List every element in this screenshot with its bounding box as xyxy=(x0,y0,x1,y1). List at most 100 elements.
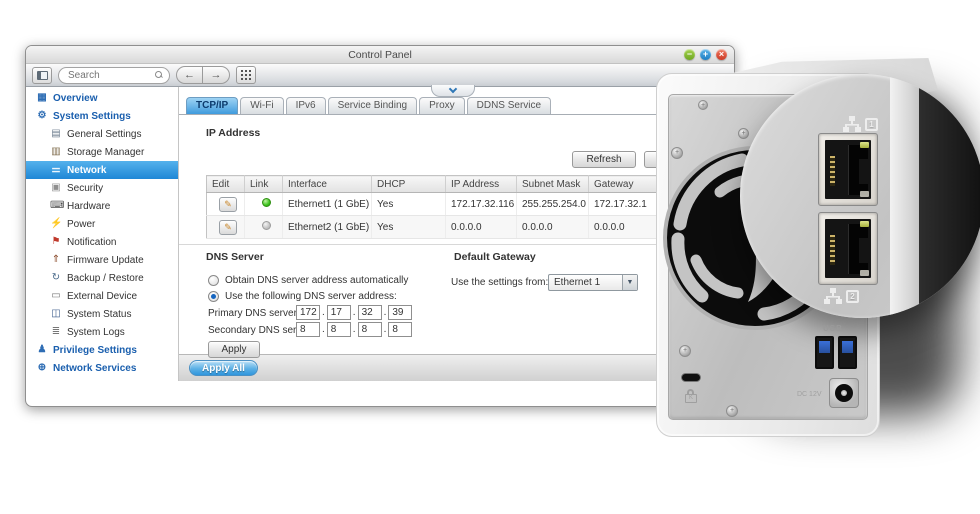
refresh-button[interactable]: Refresh xyxy=(572,151,636,168)
back-button[interactable]: ← xyxy=(176,66,203,84)
link-led xyxy=(860,191,869,197)
jack-pin xyxy=(841,390,847,396)
dns-server-heading: DNS Server xyxy=(206,251,264,263)
dot: . xyxy=(353,324,356,335)
sidebar-item-system-status[interactable]: ◫System Status xyxy=(26,305,178,323)
network-icon: ⚌ xyxy=(50,164,62,176)
maximize-button[interactable]: + xyxy=(700,49,711,60)
sidebar-item-system-settings[interactable]: ⚙ System Settings xyxy=(26,107,178,125)
sidebar-item-label: System Logs xyxy=(67,327,125,338)
sidebar-toggle-button[interactable] xyxy=(32,67,52,84)
sidebar-item-system-logs[interactable]: ≣ System Logs xyxy=(26,323,178,341)
globe-icon: ⊕ xyxy=(36,362,48,374)
collapse-panel-button[interactable] xyxy=(431,85,475,97)
port-number-badge: 2 xyxy=(846,290,859,303)
tab-ddns-service[interactable]: DDNS Service xyxy=(467,97,551,114)
sidebar-item-network-services[interactable]: ⊕ Network Services xyxy=(26,359,178,377)
primary-dns-octet-3[interactable] xyxy=(358,305,382,320)
network-settings-content: TCP/IP Wi-Fi IPv6 Service Binding Proxy … xyxy=(179,87,734,354)
sidebar-item-hardware[interactable]: ⌨Hardware xyxy=(26,197,178,215)
tab-wifi[interactable]: Wi-Fi xyxy=(240,97,283,114)
sidebar-item-external-device[interactable]: ▭External Device xyxy=(26,287,178,305)
sidebar-item-label: Network Services xyxy=(53,363,136,374)
tab-service-binding[interactable]: Service Binding xyxy=(328,97,417,114)
usb-tongue xyxy=(842,341,853,353)
close-button[interactable]: × xyxy=(716,49,727,60)
sidebar-item-storage-manager[interactable]: ▥Storage Manager xyxy=(26,143,178,161)
sidebar-item-network[interactable]: ⚌Network xyxy=(26,161,178,179)
dns-manual-radio-row[interactable]: Use the following DNS server address: xyxy=(208,291,397,302)
col-ip-address[interactable]: IP Address xyxy=(446,176,517,193)
primary-dns-inputs: . . . xyxy=(296,305,412,320)
usb-port-2 xyxy=(838,336,857,369)
screw-icon: + xyxy=(726,405,738,417)
kensington-lock-icon: K xyxy=(685,389,697,404)
sidebar-item-label: Security xyxy=(67,183,103,194)
search-input[interactable] xyxy=(68,70,155,81)
col-link[interactable]: Link xyxy=(245,176,283,193)
tab-proxy[interactable]: Proxy xyxy=(419,97,465,114)
radio-unselected-icon[interactable] xyxy=(208,275,219,286)
gateway-source-label: Use the settings from: xyxy=(451,277,548,288)
gateway-source-select[interactable]: Ethernet 1 ▼ xyxy=(548,274,638,291)
secondary-dns-octet-1[interactable] xyxy=(296,322,320,337)
logs-icon: ≣ xyxy=(50,326,62,338)
apply-all-button[interactable]: Apply All xyxy=(189,360,258,376)
secondary-dns-octet-4[interactable] xyxy=(388,322,412,337)
apply-button[interactable]: Apply xyxy=(208,341,260,358)
sidebar-item-privilege-settings[interactable]: ♟Privilege Settings xyxy=(26,341,178,359)
dot: . xyxy=(384,324,387,335)
sidebar-item-overview[interactable]: ▦Overview xyxy=(26,89,178,107)
gateway-cell: 0.0.0.0 xyxy=(589,216,667,239)
gear-icon: ⚙ xyxy=(36,110,48,122)
lens-shadow-zone xyxy=(919,74,980,318)
dhcp-cell: Yes xyxy=(372,216,446,239)
screw-icon: + xyxy=(679,345,691,357)
sidebar-item-label: System Settings xyxy=(53,111,131,122)
sidebar-item-firmware-update[interactable]: ⇑Firmware Update xyxy=(26,251,178,269)
sidebar-item-power[interactable]: ⚡Power xyxy=(26,215,178,233)
edit-button[interactable]: ✎ xyxy=(219,197,237,212)
usb-label: USB xyxy=(823,324,843,333)
default-gateway-heading: Default Gateway xyxy=(454,251,536,263)
col-gateway[interactable]: Gateway xyxy=(589,176,667,193)
forward-button[interactable]: → xyxy=(203,66,230,84)
sidebar-item-backup-restore[interactable]: ↻Backup / Restore xyxy=(26,269,178,287)
primary-dns-octet-4[interactable] xyxy=(388,305,412,320)
col-edit[interactable]: Edit xyxy=(207,176,245,193)
edit-button[interactable]: ✎ xyxy=(219,220,237,235)
tab-tcpip[interactable]: TCP/IP xyxy=(186,97,238,114)
secondary-dns-octet-2[interactable] xyxy=(327,322,351,337)
col-subnet-mask[interactable]: Subnet Mask xyxy=(517,176,589,193)
dns-auto-label: Obtain DNS server address automatically xyxy=(225,275,408,286)
sidebar-item-notification[interactable]: ⚑Notification xyxy=(26,233,178,251)
minimize-button[interactable]: − xyxy=(684,49,695,60)
ethernet-icon xyxy=(824,288,842,304)
screw-icon: + xyxy=(698,100,708,110)
titlebar[interactable]: Control Panel − + × xyxy=(26,46,734,64)
activity-led xyxy=(860,142,869,148)
tab-ipv6[interactable]: IPv6 xyxy=(286,97,326,114)
radio-selected-icon[interactable] xyxy=(208,291,219,302)
sidebar-item-label: External Device xyxy=(67,291,137,302)
usb-tongue xyxy=(819,341,830,353)
port-number-badge: 1 xyxy=(865,118,878,131)
ethernet-port-2 xyxy=(818,212,878,285)
main-menu-button[interactable] xyxy=(236,66,256,84)
window-controls: − + × xyxy=(684,49,727,60)
sidebar-item-security[interactable]: ▣Security xyxy=(26,179,178,197)
col-dhcp[interactable]: DHCP xyxy=(372,176,446,193)
dns-manual-label: Use the following DNS server address: xyxy=(225,291,397,302)
search-box[interactable] xyxy=(58,67,170,84)
ip-cell: 0.0.0.0 xyxy=(446,216,517,239)
primary-dns-octet-2[interactable] xyxy=(327,305,351,320)
sidebar: ▦Overview ⚙ System Settings ▤General Sett… xyxy=(26,87,179,381)
col-interface[interactable]: Interface xyxy=(283,176,372,193)
sidebar-item-label: Overview xyxy=(53,93,97,104)
select-value: Ethernet 1 xyxy=(549,277,622,288)
sidebar-item-applications[interactable]: ⊞Applications xyxy=(26,377,178,381)
primary-dns-octet-1[interactable] xyxy=(296,305,320,320)
sidebar-item-general-settings[interactable]: ▤General Settings xyxy=(26,125,178,143)
secondary-dns-octet-3[interactable] xyxy=(358,322,382,337)
dns-auto-radio-row[interactable]: Obtain DNS server address automatically xyxy=(208,275,408,286)
